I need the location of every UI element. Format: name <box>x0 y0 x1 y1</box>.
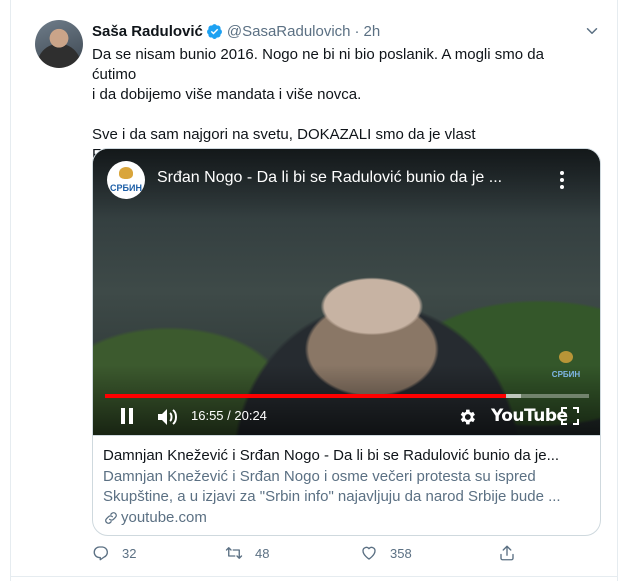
video-title[interactable]: Srđan Nogo - Da li bi se Radulović bunio… <box>157 169 547 187</box>
tweet-actions: 32 48 358 <box>92 544 601 568</box>
chevron-down-icon[interactable] <box>583 22 601 40</box>
timeline-border-left <box>10 0 11 581</box>
like-count: 358 <box>390 545 412 561</box>
link-domain-text: youtube.com <box>121 509 207 526</box>
volume-icon[interactable] <box>157 407 179 427</box>
author-avatar[interactable] <box>35 20 83 68</box>
author-handle[interactable]: @SasaRadulovich <box>227 23 351 40</box>
channel-watermark: СРБИН <box>549 349 583 379</box>
link-preview-card[interactable]: СРБИН Srđan Nogo - Da li bi se Radulović… <box>92 148 601 536</box>
reply-count: 32 <box>122 545 137 561</box>
pause-icon[interactable] <box>119 407 135 425</box>
retweet-icon <box>225 547 243 559</box>
embedded-video-player[interactable]: СРБИН Srđan Nogo - Da li bi se Radulović… <box>93 149 600 435</box>
author-name[interactable]: Saša Radulović <box>92 23 203 40</box>
link-card-domain[interactable]: youtube.com <box>103 508 207 528</box>
watermark-text: СРБИН <box>551 370 581 379</box>
video-progress-bar[interactable] <box>105 394 589 398</box>
tweet-header: Saša Radulović @SasaRadulovich · 2h <box>92 20 380 42</box>
timeline-border-right <box>617 0 618 581</box>
link-card-title[interactable]: Damnjan Knežević i Srđan Nogo - Da li bi… <box>103 446 591 466</box>
share-icon <box>500 545 514 561</box>
fullscreen-icon[interactable] <box>561 407 579 425</box>
reply-button[interactable]: 32 <box>92 544 136 562</box>
tweet-divider <box>10 576 618 577</box>
video-time-display: 16:55 / 20:24 <box>191 408 267 423</box>
channel-logo[interactable]: СРБИН <box>107 161 145 199</box>
link-icon <box>105 512 117 524</box>
reply-icon <box>93 546 108 561</box>
share-button[interactable] <box>498 544 528 562</box>
retweet-count: 48 <box>255 545 270 561</box>
like-icon <box>362 546 376 560</box>
link-card-description: Damnjan Knežević i Srđan Nogo i osme več… <box>103 468 561 505</box>
header-separator: · <box>354 22 360 40</box>
verified-badge-icon <box>206 23 222 39</box>
link-card-details[interactable]: Damnjan Knežević i Srđan Nogo - Da li bi… <box>93 435 600 535</box>
retweet-button[interactable]: 48 <box>225 544 269 562</box>
more-vertical-icon[interactable] <box>555 169 569 191</box>
settings-gear-icon[interactable] <box>457 407 477 427</box>
youtube-logo[interactable]: YouTube <box>491 406 568 426</box>
like-button[interactable]: 358 <box>360 544 412 562</box>
tweet-timestamp[interactable]: 2h <box>364 23 381 40</box>
channel-logo-text: СРБИН <box>110 183 142 193</box>
video-played-bar <box>105 394 507 398</box>
video-controls: 16:55 / 20:24 YouTube <box>93 403 600 431</box>
